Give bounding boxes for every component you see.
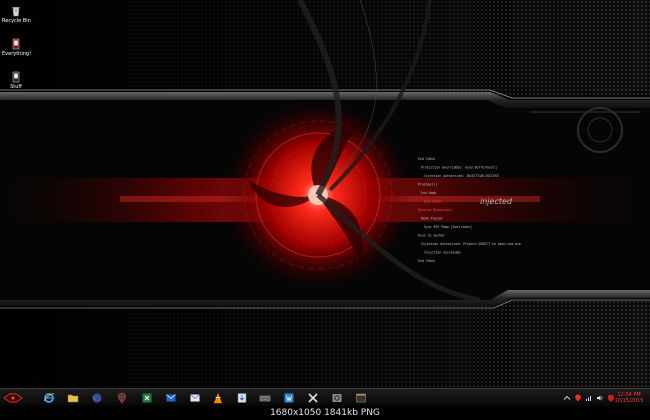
wallpaper-code-line: Injection Authorized: Prepare DIRECT to … [421, 242, 521, 246]
taskbar-clock[interactable]: 12:34 PM 10/15/2015 [612, 392, 646, 404]
firefox-icon [92, 393, 102, 403]
window-icon [356, 393, 366, 403]
image-caption: 1680x1050 1841kb PNG [0, 406, 650, 420]
wallpaper-code-line: End Hook [421, 191, 436, 195]
taskbar-writer[interactable] [282, 391, 296, 405]
taskbar-keyboard[interactable] [258, 391, 272, 405]
wallpaper-code-line: Injection Authorized: INJECTION.SUCCESS [424, 174, 499, 178]
alien-tray-icon[interactable] [574, 394, 582, 402]
taskbar-firefox[interactable] [90, 391, 104, 405]
envelope-icon [190, 394, 200, 402]
wallpaper-code-line: Prochost() [418, 183, 437, 187]
mail-icon [166, 394, 176, 402]
taskbar-outlook[interactable] [164, 391, 178, 405]
wallpaper-code-line: End Check [424, 200, 441, 204]
wallpaper-code-line: End Check [418, 259, 435, 263]
download-icon [237, 393, 247, 403]
keyboard-icon [259, 395, 271, 402]
internet-explorer-icon [43, 393, 55, 403]
system-tray [563, 392, 615, 404]
wallpaper-code-line: Protection Overridden: Used Bufferhost() [421, 166, 498, 170]
desktop-icon-everything[interactable]: Everything! [2, 38, 32, 57]
network-icon[interactable] [585, 394, 593, 402]
taskbar-outlook-2[interactable] [188, 391, 202, 405]
alien-head-icon [118, 392, 126, 404]
taskbar-tools[interactable] [306, 391, 320, 405]
folder-icon [67, 394, 79, 403]
wallpaper-code-line: Aloc to Socket [418, 234, 445, 238]
wallpaper-code-line: Resolve Bypassed() [418, 208, 453, 212]
taskbar-excel[interactable] [140, 391, 154, 405]
start-button[interactable] [3, 391, 23, 405]
desktop-icon-label: Recycle Bin [2, 18, 31, 24]
wallpaper-code-line: Hook Placed [421, 217, 442, 221]
desktop-icon-label: Everything! [2, 51, 32, 57]
wallpaper-code-line: Injection Succeeded [424, 251, 461, 255]
taskbar-terminal[interactable] [354, 391, 368, 405]
injected-overlay-text: injected [480, 197, 513, 206]
chevron-up-icon[interactable] [563, 394, 571, 402]
clock-date: 10/15/2015 [614, 398, 644, 404]
wallpaper-code-line: End Check [418, 157, 435, 161]
taskbar-internet-explorer[interactable] [42, 391, 56, 405]
folder-shortcut-icon [12, 71, 20, 83]
taskbar-file-explorer[interactable] [66, 391, 80, 405]
desktop-icon-stuff[interactable]: Stuff [2, 71, 30, 90]
alienware-start-icon [3, 393, 23, 403]
excel-icon [142, 393, 152, 403]
desktop-wallpaper: End Check Protection Overridden: Used Buf… [0, 0, 650, 420]
gear-box-icon [332, 394, 342, 402]
taskbar-vlc[interactable] [211, 391, 225, 405]
taskbar-utility[interactable] [235, 391, 249, 405]
desktop-icon-label: Stuff [10, 84, 22, 90]
recycle-bin-icon [12, 7, 20, 17]
vlc-cone-icon [214, 393, 222, 404]
crossed-tools-icon [308, 393, 318, 403]
writer-icon [284, 393, 294, 403]
taskbar: 12:34 PM 10/15/2015 [0, 388, 650, 407]
desktop-screen: End Check Protection Overridden: Used Buf… [0, 0, 650, 420]
taskbar-program[interactable] [330, 391, 344, 405]
everything-app-icon [12, 38, 20, 50]
wallpaper-code-line: Sync BTS Page [Overrides] [424, 225, 472, 229]
volume-icon[interactable] [596, 394, 604, 402]
taskbar-alienware-app[interactable] [115, 391, 129, 405]
desktop-icon-recycle-bin[interactable]: Recycle Bin [2, 5, 31, 24]
